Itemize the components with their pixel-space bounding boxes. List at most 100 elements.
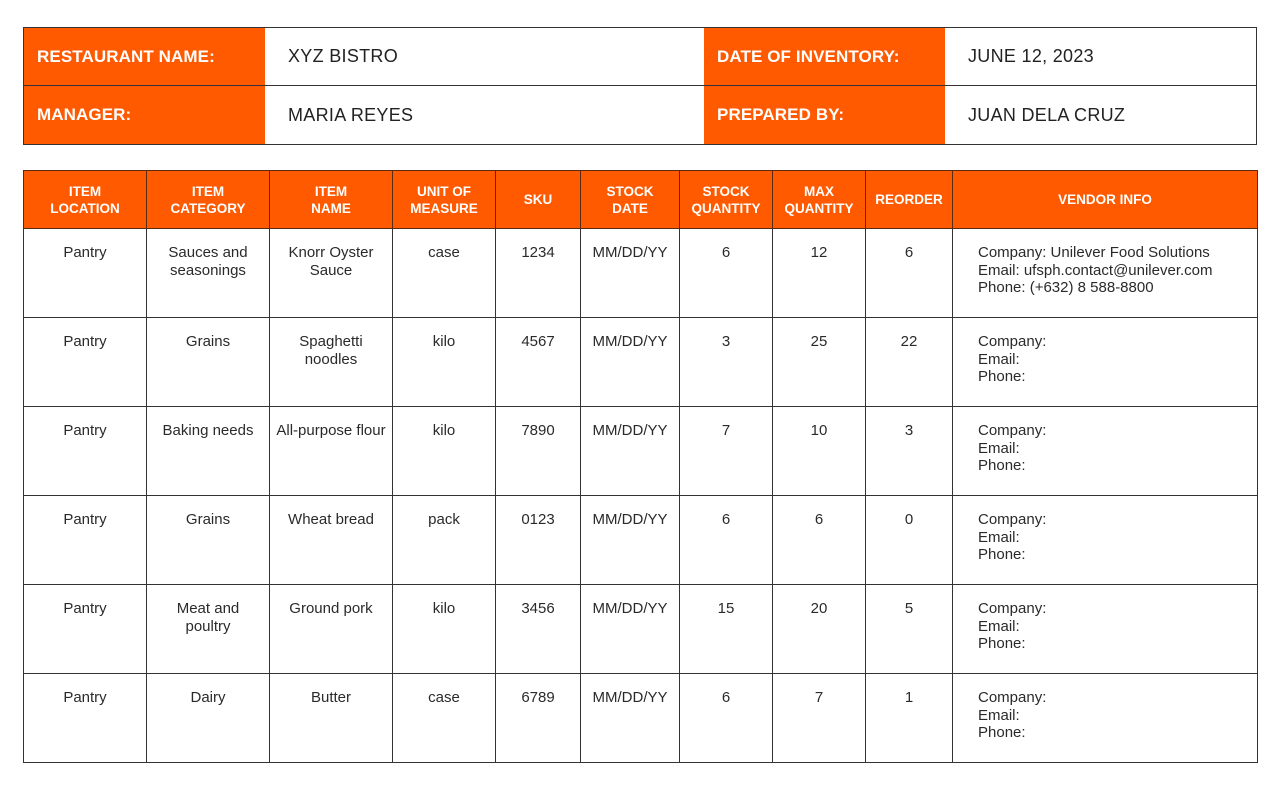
column-header-line: VENDOR INFO [1058,192,1152,207]
vendor-email: Email: [978,528,1020,546]
column-header-max-quantity: MAX QUANTITY [772,170,866,229]
cell-item-name: Spaghetti noodles [269,317,393,407]
cell-item-location: Pantry [23,228,147,318]
table-row: Pantry Sauces and seasonings Knorr Oyster … [23,228,1258,318]
vendor-phone: Phone: [978,546,1026,563]
column-header-line: DATE [612,200,648,216]
cell-max-quantity: 12 [772,228,866,318]
column-header-stock-quantity: STOCK QUANTITY [679,170,773,229]
vendor-phone: Phone: (+632) 8 588-8800 [978,279,1154,296]
column-header-line: REORDER [875,192,943,207]
table-row: Pantry Grains Spaghetti noodles kilo 4567 MM/… [23,317,1258,407]
column-header-line: CATEGORY [170,200,246,216]
table-row: Pantry Dairy Butter case 6789 MM/DD/YY 6 7 1 Comp… [23,673,1258,763]
cell-stock-date: MM/DD/YY [580,673,680,763]
vendor-company: Company: Unilever Food Solutions [978,244,1210,261]
cell-stock-date: MM/DD/YY [580,317,680,407]
info-row-restaurant: RESTAURANT NAME: XYZ BISTRO DATE OF INVE… [24,28,1256,86]
info-row-manager: MANAGER: MARIA REYES PREPARED BY: JUAN D… [24,86,1256,144]
cell-item-category: Dairy [146,673,270,763]
cell-sku: 3456 [495,584,581,674]
cell-stock-date: MM/DD/YY [580,406,680,496]
cell-reorder: 22 [865,317,953,407]
cell-vendor-info: Company: Email: Phone: [952,406,1258,496]
column-header-line: STOCK [606,183,654,199]
cell-item-name: Wheat bread [269,495,393,585]
cell-item-location: Pantry [23,495,147,585]
vendor-email: Email: [978,706,1020,724]
cell-max-quantity: 25 [772,317,866,407]
cell-item-name: Ground pork [269,584,393,674]
restaurant-name-label: RESTAURANT NAME: [24,28,265,85]
prepared-by-value: JUAN DELA CRUZ [968,104,1126,125]
cell-max-quantity: 6 [772,495,866,585]
cell-item-location: Pantry [23,406,147,496]
vendor-email: Email: [978,439,1020,457]
column-header-line: MAX [804,183,834,199]
vendor-company: Company: [978,600,1047,617]
cell-item-name: Knorr Oyster Sauce [269,228,393,318]
cell-item-name: Butter [269,673,393,763]
vendor-company: Company: [978,422,1047,439]
cell-stock-quantity: 6 [679,673,773,763]
date-of-inventory-label: DATE OF INVENTORY: [704,28,945,85]
vendor-phone: Phone: [978,724,1026,741]
cell-vendor-info: Company: Email: Phone: [952,317,1258,407]
cell-max-quantity: 10 [772,406,866,496]
cell-stock-date: MM/DD/YY [580,228,680,318]
cell-sku: 4567 [495,317,581,407]
column-header-line: NAME [311,200,351,216]
vendor-company: Company: [978,511,1047,528]
cell-unit-of-measure: kilo [392,584,496,674]
cell-reorder: 3 [865,406,953,496]
cell-max-quantity: 20 [772,584,866,674]
cell-reorder: 0 [865,495,953,585]
cell-stock-quantity: 15 [679,584,773,674]
column-header-item-name: ITEM NAME [269,170,393,229]
vendor-email: Email: [978,617,1020,635]
column-header-item-category: ITEM CATEGORY [146,170,270,229]
column-header-unit-of-measure: UNIT OF MEASURE [392,170,496,229]
column-header-vendor-info: VENDOR INFO [952,170,1258,229]
cell-item-location: Pantry [23,317,147,407]
cell-unit-of-measure: kilo [392,317,496,407]
column-header-line: SKU [523,192,553,207]
cell-unit-of-measure: case [392,228,496,318]
vendor-company: Company: [978,333,1047,350]
column-header-sku: SKU [495,170,581,229]
prepared-by-label: PREPARED BY: [704,86,945,144]
cell-vendor-info: Company: Unilever Food Solutions Email: u… [952,228,1258,318]
column-header-line: ITEM [191,183,225,199]
table-row: Pantry Grains Wheat bread pack 0123 MM/DD/YY 6… [23,495,1258,585]
cell-vendor-info: Company: Email: Phone: [952,584,1258,674]
cell-unit-of-measure: kilo [392,406,496,496]
cell-stock-date: MM/DD/YY [580,495,680,585]
column-header-line: STOCK [702,183,750,199]
table-row: Pantry Meat and poultry Ground pork kilo 345… [23,584,1258,674]
manager-value: MARIA REYES [288,104,414,125]
cell-stock-quantity: 3 [679,317,773,407]
cell-item-category: Grains [146,495,270,585]
cell-reorder: 1 [865,673,953,763]
column-header-reorder: REORDER [865,170,953,229]
column-header-line: ITEM [314,183,348,199]
cell-item-category: Grains [146,317,270,407]
cell-vendor-info: Company: Email: Phone: [952,495,1258,585]
vendor-phone: Phone: [978,368,1026,385]
cell-sku: 6789 [495,673,581,763]
vendor-email: Email: [978,350,1020,368]
cell-unit-of-measure: case [392,673,496,763]
vendor-company: Company: [978,689,1047,706]
cell-stock-date: MM/DD/YY [580,584,680,674]
column-header-line: ITEM [68,183,102,199]
cell-sku: 7890 [495,406,581,496]
cell-item-category: Sauces and seasonings [146,228,270,318]
cell-sku: 0123 [495,495,581,585]
cell-item-category: Meat and poultry [146,584,270,674]
vendor-phone: Phone: [978,635,1026,652]
cell-stock-quantity: 6 [679,495,773,585]
cell-item-location: Pantry [23,584,147,674]
table-header-row: ITEM LOCATION ITEM CATEGORY ITEM NAME UNIT OF M… [23,170,1258,229]
column-header-line: LOCATION [50,200,120,216]
column-header-line: QUANTITY [784,200,854,216]
